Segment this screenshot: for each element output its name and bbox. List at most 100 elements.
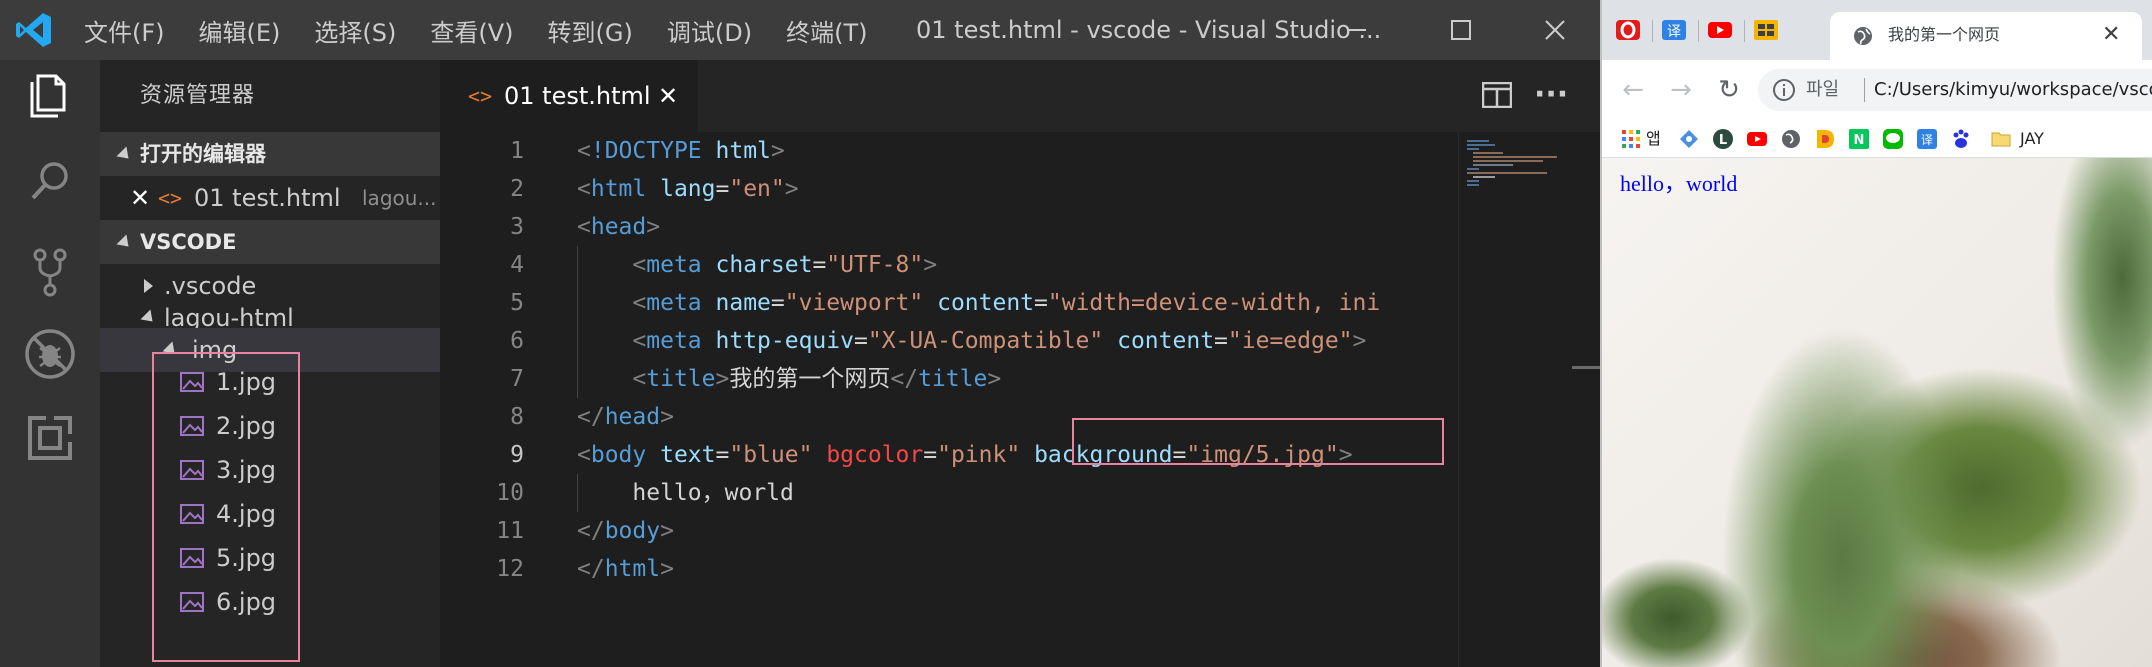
bookmark-diamond-icon[interactable] — [1678, 128, 1700, 150]
code-line: </html> — [577, 556, 674, 582]
line-number: 10 — [496, 480, 524, 506]
menu-debug[interactable]: 调试(D) — [667, 13, 752, 48]
close-window-icon[interactable] — [1510, 0, 1600, 60]
code-line: <html lang="en"> — [577, 176, 799, 202]
tab-separator — [1698, 20, 1699, 42]
translate-pinned-tab-icon[interactable]: 译 — [1656, 16, 1692, 44]
workspace-section[interactable]: VSCODE — [100, 220, 440, 264]
code-line: <head> — [577, 214, 661, 240]
baidu-bookmark-icon[interactable] — [1950, 128, 1972, 150]
search-icon[interactable] — [22, 154, 78, 210]
line-number: 6 — [510, 328, 524, 354]
line-number: 8 — [510, 404, 524, 430]
highlight-box-background-attr — [1072, 418, 1444, 465]
youtube-pinned-tab-icon[interactable] — [1702, 16, 1738, 44]
browser-tab-title: 我的第一个网页 — [1888, 25, 2001, 44]
menu-selection[interactable]: 选择(S) — [314, 13, 396, 48]
extensions-icon[interactable] — [22, 410, 78, 466]
bookmark-folder-label[interactable]: JAY — [2020, 120, 2044, 158]
svg-text:译: 译 — [1921, 133, 1933, 147]
code-line: </body> — [577, 518, 674, 544]
minimap-line — [1467, 184, 1479, 186]
url-text[interactable]: C:/Users/kimyu/workspace/vscode — [1874, 69, 2152, 111]
bookmark-l-icon[interactable]: L — [1712, 128, 1734, 150]
naver-bookmark-icon[interactable]: N — [1848, 128, 1870, 150]
minimize-icon[interactable] — [1312, 0, 1402, 60]
maximize-icon[interactable] — [1416, 0, 1506, 60]
folder-bookmark-icon[interactable] — [1990, 128, 2012, 150]
youtube-bookmark-icon[interactable] — [1746, 128, 1768, 150]
code-line: <meta charset="UTF-8"> — [632, 252, 938, 278]
minimap-line — [1473, 176, 1495, 178]
opera-pinned-tab-icon[interactable] — [1610, 16, 1646, 44]
menu-edit[interactable]: 编辑(E) — [199, 13, 281, 48]
close-tab-icon[interactable]: ✕ — [658, 60, 678, 132]
page-body-text: hello，world — [1620, 171, 1738, 196]
tab-01-test-html[interactable]: <> 01 test.html ✕ — [440, 60, 698, 132]
line-number: 4 — [510, 252, 524, 278]
tab-label: 01 test.html — [504, 82, 651, 110]
globe-bookmark-icon[interactable] — [1780, 128, 1802, 150]
code-line: <meta http-equiv="X-UA-Compatible" conte… — [632, 328, 1367, 354]
menu-view[interactable]: 查看(V) — [430, 13, 513, 48]
omnibox-divider — [1864, 78, 1865, 102]
editor-scrollbar[interactable] — [1566, 132, 1600, 667]
chrome-window: 译 我的第一个网页 ✕ ← → ↻ 파일 C:/Users/kimyu/work… — [1600, 0, 2152, 667]
code-line: <meta name="viewport" content="width=dev… — [632, 290, 1381, 316]
title-bar: 文件(F) 编辑(E) 选择(S) 查看(V) 转到(G) 调试(D) 终端(T… — [0, 0, 1600, 60]
chevron-down-icon — [116, 146, 134, 164]
code-line: <title>我的第一个网页</title> — [632, 366, 1002, 392]
open-editor-item[interactable]: ✕ <> 01 test.html lagou... — [100, 176, 440, 220]
activity-bar — [0, 60, 100, 667]
close-editor-icon[interactable]: ✕ — [130, 176, 150, 220]
url-scheme-label: 파일 — [1806, 79, 1840, 100]
close-tab-icon[interactable]: ✕ — [2102, 12, 2120, 58]
open-editor-path: lagou... — [362, 186, 437, 210]
info-icon[interactable] — [1772, 78, 1796, 102]
tab-separator — [1744, 20, 1745, 42]
line-number: 3 — [510, 214, 524, 240]
svg-text:L: L — [1719, 133, 1727, 148]
code-line: hello，world — [632, 480, 794, 506]
explorer-sidebar: 资源管理器 打开的编辑器 ✕ <> 01 test.html lagou... … — [100, 60, 440, 667]
svg-text:译: 译 — [1667, 24, 1681, 40]
menu-go[interactable]: 转到(G) — [548, 13, 633, 48]
apps-grid-icon[interactable] — [1620, 128, 1642, 150]
minimap-line — [1473, 160, 1543, 162]
line-bookmark-icon[interactable] — [1882, 128, 1904, 150]
split-editor-icon[interactable] — [1482, 82, 1512, 108]
line-number: 1 — [510, 138, 524, 164]
address-bar[interactable]: 파일 C:/Users/kimyu/workspace/vscode — [1758, 69, 2152, 111]
apps-label[interactable]: 앱 — [1646, 120, 1661, 158]
code-editor[interactable]: 1 2 3 4 5 6 7 8 9 10 11 12 <!DOCTYPE htm… — [440, 132, 1600, 667]
back-icon[interactable]: ← — [1616, 73, 1650, 107]
line-number: 12 — [496, 556, 524, 582]
minimap-line — [1467, 140, 1489, 142]
code-area[interactable]: <!DOCTYPE html> <html lang="en"> <head> … — [577, 132, 1467, 667]
source-control-icon[interactable] — [22, 244, 78, 300]
menu-file[interactable]: 文件(F) — [84, 13, 165, 48]
reload-icon[interactable]: ↻ — [1712, 73, 1746, 107]
chevron-right-icon — [144, 279, 153, 293]
code-line: <!DOCTYPE html> — [577, 138, 785, 164]
open-editors-section[interactable]: 打开的编辑器 — [100, 132, 440, 176]
forward-icon[interactable]: → — [1664, 73, 1698, 107]
line-number: 2 — [510, 176, 524, 202]
chrome-toolbar: ← → ↻ 파일 C:/Users/kimyu/workspace/vscode — [1602, 60, 2152, 120]
minimap-line — [1467, 180, 1479, 182]
active-browser-tab[interactable]: 我的第一个网页 ✕ — [1830, 12, 2142, 60]
globe-icon — [1854, 27, 1872, 45]
menu-terminal[interactable]: 终端(T) — [786, 13, 867, 48]
svg-text:N: N — [1854, 133, 1865, 148]
bookmark-app-pinned-tab-icon[interactable] — [1748, 16, 1784, 44]
explorer-icon[interactable] — [22, 66, 78, 122]
debug-icon[interactable] — [22, 326, 78, 382]
more-actions-icon[interactable]: ··· — [1534, 80, 1570, 110]
bookmark-d-icon[interactable] — [1814, 128, 1836, 150]
vscode-window: 文件(F) 编辑(E) 选择(S) 查看(V) 转到(G) 调试(D) 终端(T… — [0, 0, 1600, 667]
vscode-logo-icon — [16, 13, 51, 47]
minimap[interactable] — [1458, 132, 1566, 667]
highlight-box-img-folder — [152, 352, 300, 662]
translate-bookmark-icon[interactable]: 译 — [1916, 128, 1938, 150]
tab-separator — [1652, 20, 1653, 42]
